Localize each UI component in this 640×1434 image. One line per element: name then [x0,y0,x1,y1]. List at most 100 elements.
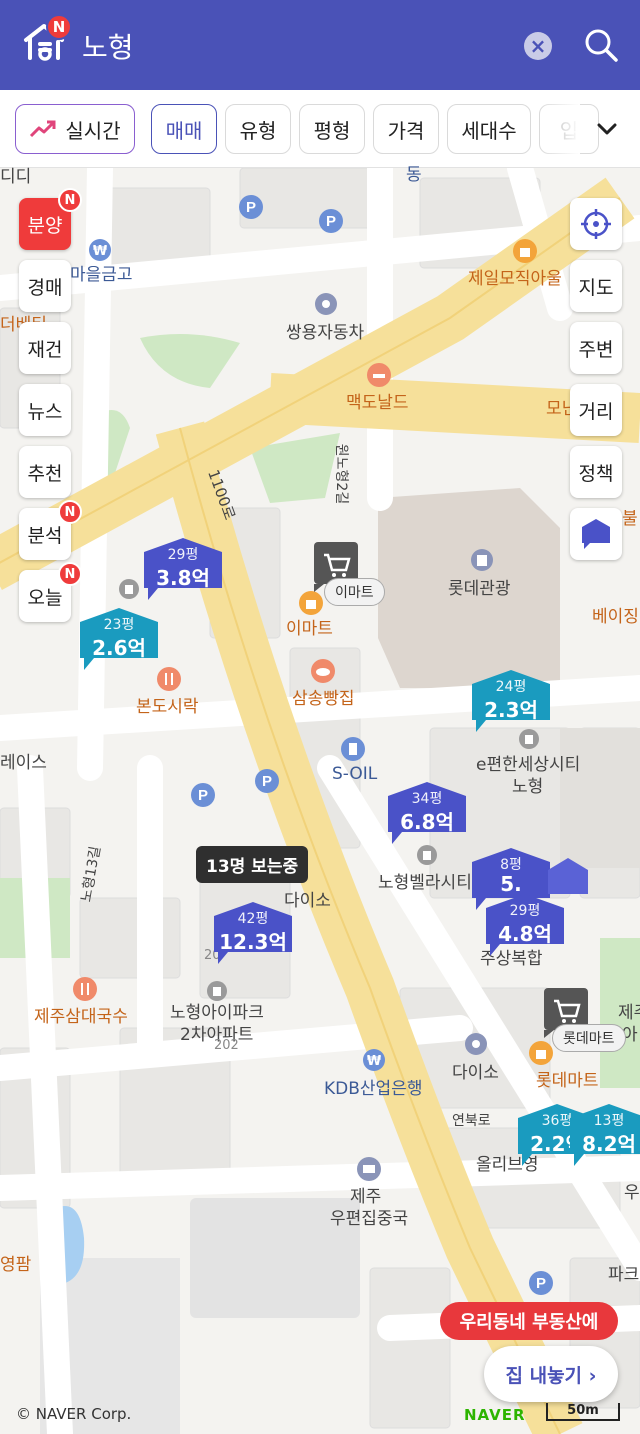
apartment-icon [119,579,139,599]
marker-size: 29평 [509,903,541,919]
price-marker[interactable]: 24평 2.3억 [472,660,550,732]
place-jeil: 제일모직아울 [468,269,562,289]
price-marker[interactable]: 13평 8.2억 [570,1094,640,1166]
place-lottemart: 롯데마트 [536,1071,599,1091]
shopping-icon [529,1041,553,1065]
place-jeju-sam: 제주삼대국수 [34,1007,128,1027]
realtime-chip[interactable]: 실시간 [15,104,135,154]
place-post2: 우편집중국 [330,1209,409,1229]
car-service-icon [315,293,337,315]
place-beijing: 베이징 [592,607,639,627]
search-icon[interactable] [582,26,620,64]
side-btn-distance[interactable]: 거리 [570,384,622,436]
parking-icon: P [191,783,215,807]
gas-station-icon [341,737,365,761]
building-icon [465,1033,487,1055]
place-samsong: 삼송빵집 [292,689,355,709]
bank-icon: ₩ [363,1049,385,1071]
place-daiso2: 다이소 [452,1063,499,1083]
parking-icon: P [239,195,263,219]
place-top-dong: 동 [406,165,422,185]
parking-icon: P [255,769,279,793]
marker-size: 42평 [237,911,269,927]
building-icon [471,549,493,571]
lottemart-tag[interactable]: 롯데마트 [552,1024,626,1052]
copyright-text: © NAVER Corp. [16,1405,132,1423]
bakery-icon [311,659,335,683]
marker-size: 8평 [500,857,522,873]
place-soil: S-OIL [332,764,378,784]
chip-fade [540,102,580,156]
marker-size: 24평 [495,679,527,695]
place-ssangyong: 쌍용자동차 [286,323,365,343]
svg-text:P: P [262,773,272,790]
place-tidi: 디디 [0,167,32,187]
clear-search-button[interactable]: × [524,32,552,60]
place-bul: 불 [622,509,638,529]
side-btn-news[interactable]: 뉴스 [19,384,71,436]
marker-price: 8.2억 [582,1132,636,1156]
marker-size: 23평 [103,617,135,633]
side-btn-map[interactable]: 지도 [570,260,622,312]
trend-up-icon [30,120,56,138]
restaurant-icon [157,667,181,691]
svg-text:P: P [246,199,256,216]
shopping-icon [299,591,323,615]
restaurant-icon [73,977,97,1001]
filter-type[interactable]: 유형 [225,104,291,154]
crosshair-icon [581,209,611,239]
app-header: N 노형 × [0,0,640,90]
marker-price: 12.3억 [219,930,287,954]
svg-text:₩: ₩ [367,1054,382,1069]
place-villa: 노형벨라시티 [378,873,472,893]
place-yeongpal: 영팜 [0,1255,32,1275]
new-badge: N [58,562,82,586]
filter-households[interactable]: 세대수 [447,104,531,154]
marker-price: 2.3억 [484,698,538,722]
locate-button[interactable] [570,198,622,250]
place-u: 우 [624,1183,640,1203]
price-marker[interactable]: 29평 4.8억 [486,884,564,956]
emart-tag[interactable]: 이마트 [324,578,385,606]
place-lotte-hall: 롯데관광 [448,579,511,599]
marker-price: 4.8억 [498,922,552,946]
new-badge: N [58,500,82,524]
restaurant-icon [367,363,391,387]
post-office-icon [357,1157,381,1181]
side-btn-rebuild[interactable]: 재건 [19,322,71,374]
filter-price[interactable]: 가격 [373,104,439,154]
place-emart: 이마트 [286,619,333,639]
side-btn-recommend[interactable]: 추천 [19,446,71,498]
parking-icon: P [319,209,343,233]
realtor-banner[interactable]: 우리동네 부동산에 [440,1302,618,1340]
filter-trade-type[interactable]: 매매 [151,104,217,154]
marker-style-button[interactable] [570,508,622,560]
place-bondo: 본도시락 [136,697,199,717]
list-house-button[interactable]: 집 내놓기 › [484,1346,618,1402]
side-btn-policy[interactable]: 정책 [570,446,622,498]
price-marker[interactable]: 34평 6.8억 [388,772,466,844]
apartment-icon [417,845,437,865]
parking-icon: P [529,1271,553,1295]
price-marker[interactable]: 29평 3.8억 [144,528,222,600]
marker-size: 29평 [167,547,199,563]
marker-style-icon [582,519,610,549]
place-efun2: 노형 [512,777,544,797]
price-marker[interactable]: 23평 2.6억 [80,598,158,670]
side-btn-auction[interactable]: 경매 [19,260,71,312]
viewers-count-pill: 13명 보는중 [196,846,309,883]
realtime-label: 실시간 [65,118,121,143]
price-marker[interactable]: 42평 12.3억 [214,892,292,964]
road-wondo: 원노형2길 [333,443,350,505]
marker-price: 6.8억 [400,810,454,834]
side-btn-nearby[interactable]: 주변 [570,322,622,374]
page-title[interactable]: 노형 [82,26,134,66]
filter-area[interactable]: 평형 [299,104,365,154]
app-root: { "header": { "title": "노형", "logo_badge… [0,0,640,1434]
place-mcd: 맥도날드 [346,393,409,413]
map-area[interactable]: 마을금고 제일모직아울 쌍용자동차 맥도날드 롯데관광 이마트 삼송빵집 본도시… [0,165,640,1434]
svg-text:P: P [536,1275,546,1292]
chevron-down-icon[interactable] [592,114,622,144]
new-badge: N [58,188,82,212]
place-park: 파크 [608,1265,640,1285]
